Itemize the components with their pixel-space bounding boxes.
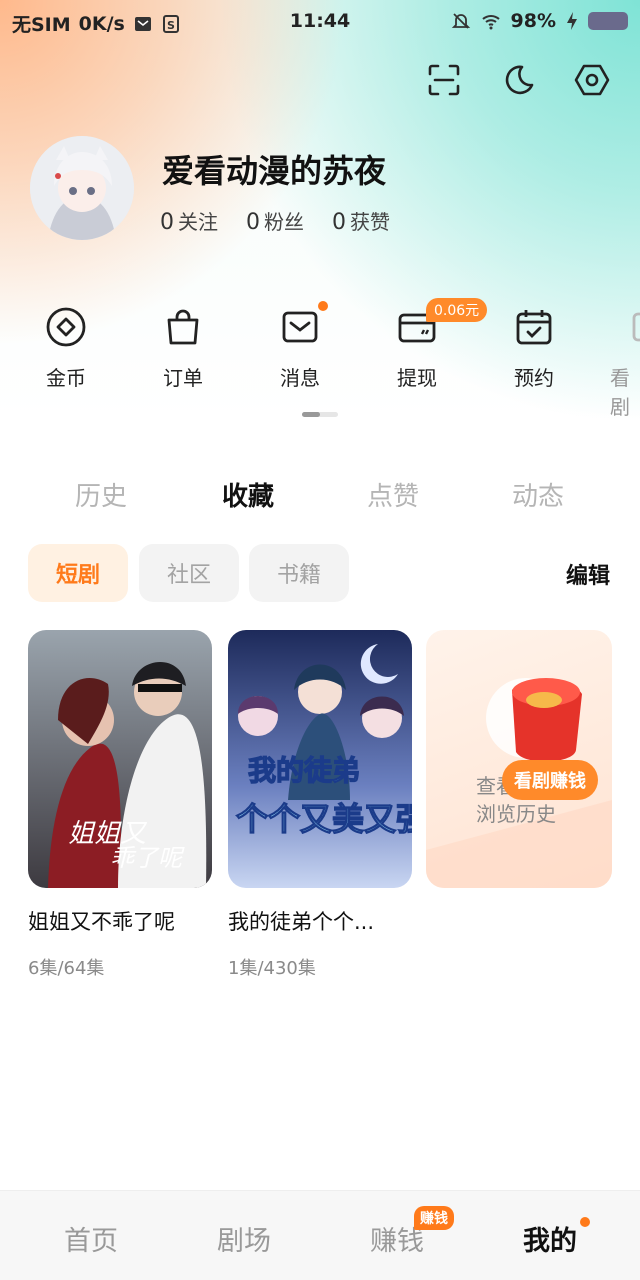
- mute-bell-icon: [451, 13, 470, 29]
- battery-percent: 98%: [510, 10, 556, 32]
- shortcut-orders-label: 订单: [163, 366, 203, 390]
- stat-following[interactable]: 0 关注: [160, 206, 218, 235]
- stat-following-label: 关注: [178, 210, 218, 234]
- shortcut-watch-label: 看剧: [610, 366, 630, 419]
- stat-followers[interactable]: 0 粉丝: [246, 206, 304, 235]
- red-envelope-icon: [426, 678, 612, 888]
- tab-favorites[interactable]: 收藏: [188, 476, 308, 513]
- status-bar: 无SIM 0K/s S 11:44 98%: [0, 0, 640, 44]
- charging-icon: [567, 12, 577, 30]
- shortcut-reservations[interactable]: 预约: [484, 306, 584, 391]
- tab-likes[interactable]: 点赞: [333, 476, 453, 513]
- top-actions: [426, 62, 610, 98]
- drama-card[interactable]: 姐姐又 乖了呢 姐姐又不乖了呢 6集/64集: [28, 630, 212, 980]
- drama-card[interactable]: 我的徒弟 个个又美又强 我的徒弟个个... 1集/430集: [228, 630, 412, 980]
- mail-icon: [282, 311, 318, 343]
- edit-button[interactable]: 编辑: [566, 558, 610, 590]
- shortcut-pager: [302, 412, 338, 417]
- tab-activity[interactable]: 动态: [478, 476, 598, 513]
- drama-episodes: 6集/64集: [28, 958, 105, 979]
- username: 爱看动漫的苏夜: [162, 152, 387, 190]
- profile-stats: 0 关注 0 粉丝 0 获赞: [160, 206, 390, 235]
- svg-text:个个又美又强: 个个又美又强: [236, 800, 412, 838]
- moon-icon[interactable]: [500, 62, 536, 98]
- avatar-image: [30, 136, 134, 240]
- battery-icon: [588, 12, 628, 30]
- drama-title: 我的徒弟个个...: [228, 910, 375, 934]
- nav-home[interactable]: 首页: [31, 1219, 151, 1258]
- stat-likes[interactable]: 0 获赞: [332, 206, 390, 235]
- drama-poster: 姐姐又 乖了呢: [28, 630, 212, 888]
- svg-text:我的徒弟: 我的徒弟: [248, 754, 360, 787]
- stat-followers-label: 粉丝: [264, 210, 304, 234]
- shortcut-messages[interactable]: 消息: [250, 306, 350, 391]
- tab-history[interactable]: 历史: [41, 476, 161, 513]
- drama-poster: 我的徒弟 个个又美又强: [228, 630, 412, 888]
- promo-line2: 浏览历史: [476, 802, 556, 826]
- me-notification-dot: [580, 1217, 590, 1227]
- avatar[interactable]: [30, 136, 134, 240]
- browse-history-promo[interactable]: 查看 浏览历史 看剧赚钱: [426, 630, 612, 888]
- bottom-nav: 首页 剧场 赚钱 我的: [0, 1190, 640, 1280]
- messages-unread-dot: [318, 301, 328, 311]
- stat-likes-label: 获赞: [350, 210, 390, 234]
- bag-icon: [167, 309, 199, 345]
- shortcut-orders[interactable]: 订单: [133, 306, 233, 391]
- nav-me[interactable]: 我的: [490, 1219, 610, 1258]
- shortcut-messages-label: 消息: [280, 366, 320, 390]
- drama-title: 姐姐又不乖了呢: [28, 910, 175, 934]
- earn-badge: 赚钱: [414, 1206, 454, 1230]
- shortcut-row: 金币 订单 消息 提现 预约 看剧: [0, 306, 640, 419]
- nav-theater[interactable]: 剧场: [184, 1219, 304, 1258]
- stat-followers-count: 0: [246, 210, 260, 235]
- shortcut-watch[interactable]: 看剧: [600, 306, 640, 420]
- chip-community[interactable]: 社区: [139, 544, 239, 602]
- shortcut-withdraw-label: 提现: [397, 366, 437, 390]
- svg-text:乖了呢: 乖了呢: [110, 844, 185, 872]
- chip-short-drama[interactable]: 短剧: [28, 544, 128, 602]
- chip-books[interactable]: 书籍: [249, 544, 349, 602]
- scan-icon[interactable]: [426, 62, 462, 98]
- stat-likes-count: 0: [332, 210, 346, 235]
- calendar-icon: [516, 310, 552, 345]
- tv-icon: [632, 312, 640, 342]
- shortcut-reservations-label: 预约: [514, 366, 554, 390]
- settings-icon[interactable]: [574, 62, 610, 98]
- shortcut-coins[interactable]: 金币: [16, 306, 116, 391]
- wifi-icon: [481, 15, 500, 30]
- drama-episodes: 1集/430集: [228, 958, 316, 979]
- withdraw-amount-badge: 0.06元: [426, 298, 488, 322]
- shortcut-coins-label: 金币: [46, 366, 86, 390]
- stat-following-count: 0: [160, 210, 174, 235]
- coin-icon: [46, 307, 86, 347]
- watch-earn-button[interactable]: 看剧赚钱: [502, 760, 598, 800]
